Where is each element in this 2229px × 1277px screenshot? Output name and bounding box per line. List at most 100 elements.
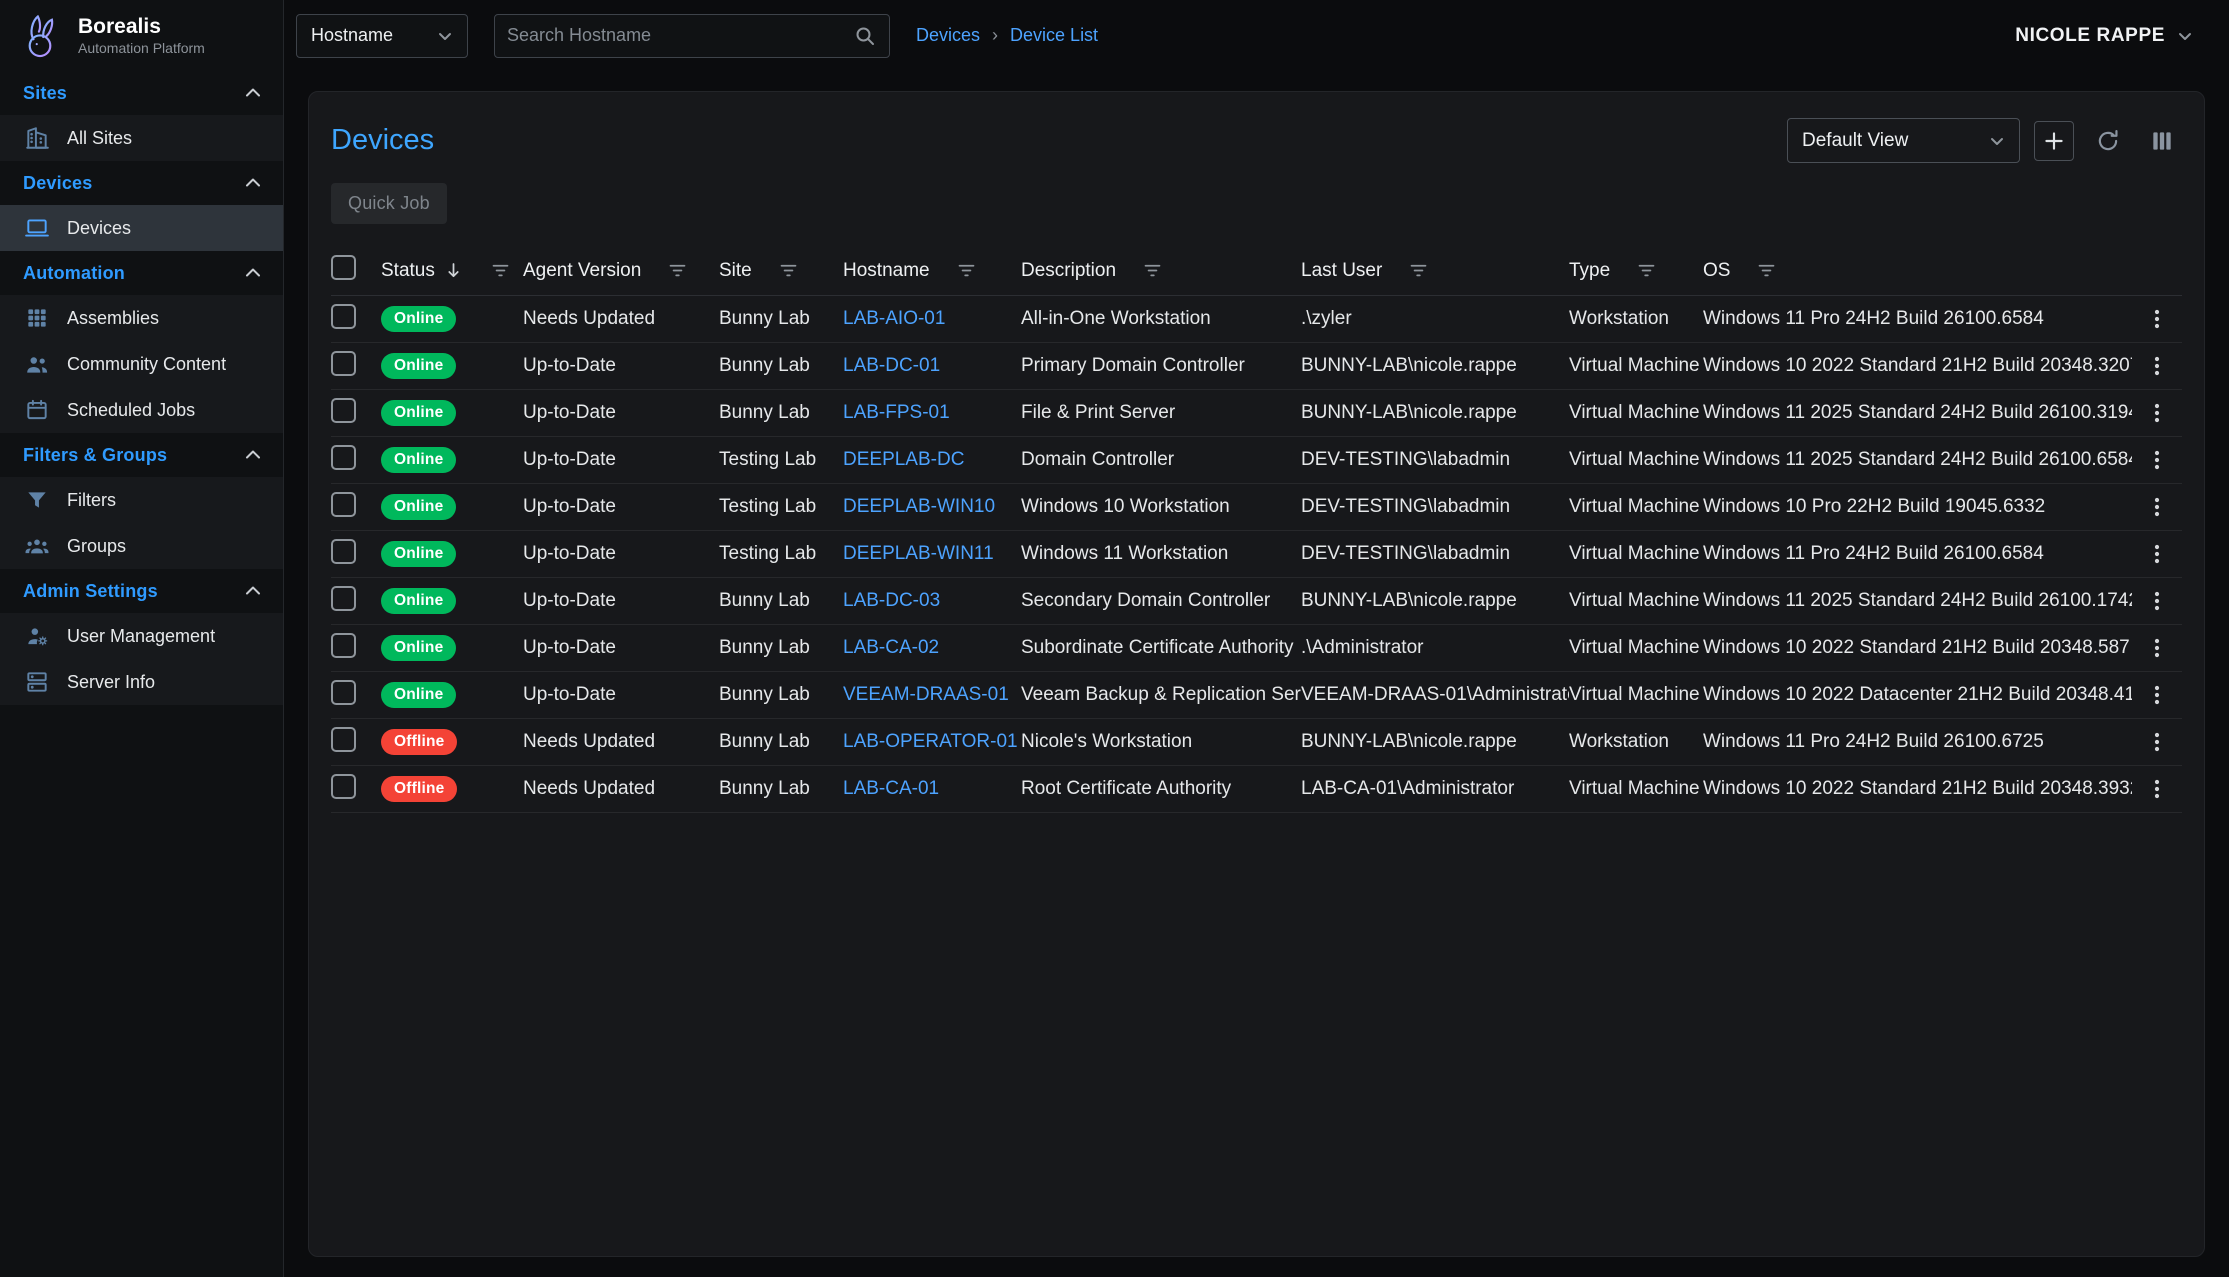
column-header-description[interactable]: Description [1021,260,1301,282]
filter-icon[interactable] [1408,260,1429,281]
groups-icon [24,533,50,559]
row-checkbox[interactable] [331,633,356,658]
quick-job-button[interactable]: Quick Job [331,183,447,224]
sidebar-item-scheduled-jobs[interactable]: Scheduled Jobs [0,387,283,433]
row-menu-icon[interactable] [2145,448,2169,472]
row-checkbox[interactable] [331,445,356,470]
sidebar-section-header[interactable]: Sites [0,71,283,115]
sidebar-item-community-content[interactable]: Community Content [0,341,283,387]
row-menu-icon[interactable] [2145,589,2169,613]
row-menu-icon[interactable] [2145,683,2169,707]
search-field-selector[interactable]: Hostname [296,14,468,58]
table-row: Offline Needs Updated Bunny Lab LAB-CA-0… [331,766,2182,813]
agent-version-cell: Up-to-Date [523,402,719,424]
sidebar-item-all-sites[interactable]: All Sites [0,115,283,161]
type-cell: Virtual Machine [1569,637,1703,659]
filter-icon[interactable] [490,260,511,281]
status-badge: Offline [381,776,457,802]
hostname-link[interactable]: LAB-DC-01 [843,355,940,376]
row-menu-icon[interactable] [2145,777,2169,801]
agent-version-cell: Needs Updated [523,778,719,800]
hostname-link[interactable]: DEEPLAB-DC [843,449,964,470]
sidebar-item-devices[interactable]: Devices [0,205,283,251]
column-header-last-user[interactable]: Last User [1301,260,1569,282]
row-checkbox[interactable] [331,492,356,517]
row-checkbox[interactable] [331,304,356,329]
sidebar-item-filters[interactable]: Filters [0,477,283,523]
filter-icon[interactable] [956,260,977,281]
section-label: Devices [23,173,92,194]
search-input[interactable] [507,25,853,46]
column-header-site[interactable]: Site [719,260,843,282]
column-header-status[interactable]: Status [381,260,523,282]
sidebar-item-server-info[interactable]: Server Info [0,659,283,705]
row-menu-icon[interactable] [2145,730,2169,754]
refresh-button[interactable] [2088,121,2128,161]
description-cell: Nicole's Workstation [1021,731,1301,753]
sidebar-item-user-management[interactable]: User Management [0,613,283,659]
row-menu-icon[interactable] [2145,401,2169,425]
hostname-link[interactable]: LAB-DC-03 [843,590,940,611]
brand-subtitle: Automation Platform [78,40,205,56]
last-user-cell: LAB-CA-01\Administrator [1301,778,1569,800]
chevron-up-icon [241,261,265,285]
table-row: Online Up-to-Date Testing Lab DEEPLAB-WI… [331,531,2182,578]
row-checkbox[interactable] [331,774,356,799]
column-header-hostname[interactable]: Hostname [843,260,1021,282]
breadcrumb-devices[interactable]: Devices [916,25,980,46]
view-selector[interactable]: Default View [1787,118,2020,163]
table-row: Online Up-to-Date Bunny Lab VEEAM-DRAAS-… [331,672,2182,719]
row-menu-icon[interactable] [2145,354,2169,378]
add-view-button[interactable] [2034,121,2074,161]
sidebar-section-header[interactable]: Admin Settings [0,569,283,613]
status-badge: Online [381,400,456,426]
status-badge: Online [381,588,456,614]
filter-icon[interactable] [667,260,688,281]
hostname-link[interactable]: LAB-OPERATOR-01 [843,731,1018,752]
hostname-link[interactable]: LAB-CA-02 [843,637,939,658]
row-checkbox[interactable] [331,539,356,564]
filter-icon[interactable] [1756,260,1777,281]
column-header-os[interactable]: OS [1703,260,2132,282]
column-header-agent-version[interactable]: Agent Version [523,260,719,282]
hostname-link[interactable]: LAB-FPS-01 [843,402,950,423]
row-menu-icon[interactable] [2145,307,2169,331]
hostname-link[interactable]: DEEPLAB-WIN11 [843,543,994,564]
type-cell: Virtual Machine [1569,496,1703,518]
agent-version-cell: Up-to-Date [523,637,719,659]
breadcrumb-device-list[interactable]: Device List [1010,25,1098,46]
hostname-link[interactable]: DEEPLAB-WIN10 [843,496,995,517]
brand-text: Borealis Automation Platform [78,15,205,56]
sidebar-section-header[interactable]: Devices [0,161,283,205]
row-menu-icon[interactable] [2145,495,2169,519]
hostname-link[interactable]: LAB-CA-01 [843,778,939,799]
select-all-checkbox[interactable] [331,255,356,280]
sidebar-item-groups[interactable]: Groups [0,523,283,569]
row-checkbox[interactable] [331,727,356,752]
column-label: Status [381,260,435,282]
row-checkbox[interactable] [331,680,356,705]
row-checkbox[interactable] [331,351,356,376]
column-header-type[interactable]: Type [1569,260,1703,282]
search-icon[interactable] [853,24,877,48]
hostname-link[interactable]: LAB-AIO-01 [843,308,945,329]
sidebar-section-header[interactable]: Automation [0,251,283,295]
user-menu[interactable]: NICOLE RAPPE [2015,24,2197,48]
borealis-logo-icon [14,10,66,62]
column-label: Description [1021,260,1116,282]
row-menu-icon[interactable] [2145,636,2169,660]
sidebar-section-header[interactable]: Filters & Groups [0,433,283,477]
status-badge: Offline [381,729,457,755]
user-management-icon [24,623,50,649]
filter-icon[interactable] [1636,260,1657,281]
column-settings-button[interactable] [2142,121,2182,161]
sidebar-item-assemblies[interactable]: Assemblies [0,295,283,341]
hostname-link[interactable]: VEEAM-DRAAS-01 [843,684,1009,705]
sidebar-item-label: Groups [67,536,126,557]
filter-icon[interactable] [1142,260,1163,281]
row-checkbox[interactable] [331,586,356,611]
filter-icon[interactable] [778,260,799,281]
row-menu-icon[interactable] [2145,542,2169,566]
os-cell: Windows 11 Pro 24H2 Build 26100.6584 [1703,543,2132,565]
row-checkbox[interactable] [331,398,356,423]
